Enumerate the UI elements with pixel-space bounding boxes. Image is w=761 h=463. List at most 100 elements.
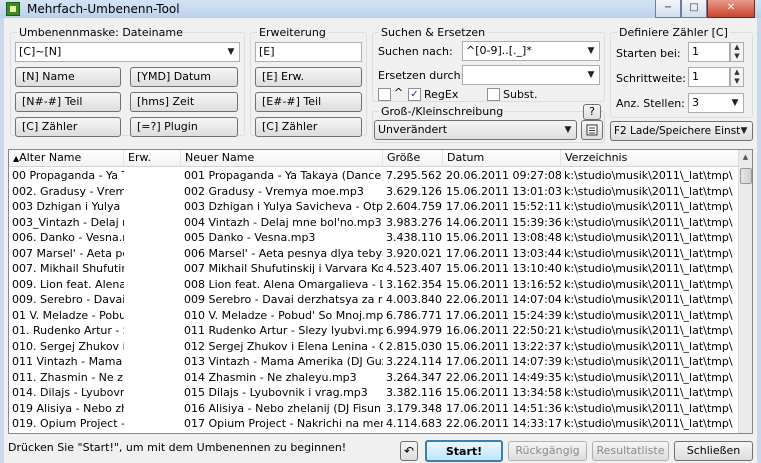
table-cell: 3.382.116 [386,386,442,399]
column-header-extension[interactable]: Erw. [124,150,181,167]
table-row[interactable]: 009. Serebro - Davai derzhatsya za 009 Se… [9,292,740,308]
table-row[interactable]: 002. Gradusy - Vremya moe.mp3 002 Gradusy… [9,184,740,200]
table-cell: 20.06.2011 09:27:08 [446,169,561,182]
table-cell: 006 Marsel' - Aeta pesnya dlya tebya (Ma… [184,246,383,260]
rename-mask-input[interactable]: [C]~[N] ▼ [15,42,240,62]
vertical-scrollbar[interactable]: ▲ [738,150,752,433]
column-header-new-name[interactable]: Neuer Name [181,150,383,167]
table-cell: 009 Serebro - Davai derzhatsya za ruki.m… [184,293,383,306]
rename-mask-value: [C]~[N] [19,45,62,58]
table-cell: 15.06.2011 13:44:54 [443,432,561,434]
extension-part-token-button[interactable]: [E#-#] Teil [255,92,362,112]
table-cell: 019. Vremya i steklo - Lyubvi toch [9,432,124,434]
case-select[interactable]: Unverändert ▼ [374,120,577,140]
counter-digits-select[interactable]: 3 ▼ [688,93,744,113]
time-token-button[interactable]: [hms] Zeit [130,92,238,112]
table-row[interactable]: 006. Danko - Vesna.mp3 005 Danko - Vesna.… [9,230,740,246]
table-row[interactable]: 01 V. Meladze - Pobud' So Mnoj.m 010 V. M… [9,308,740,324]
extension-counter-token-button[interactable]: [C] Zähler [255,117,362,137]
maximize-button[interactable]: □ [681,0,707,18]
replace-input[interactable]: ▼ [462,65,600,85]
chevron-down-icon[interactable]: ▼ [583,66,599,84]
close-button[interactable]: Schließen [674,441,753,461]
up-arrow-icon[interactable]: ▲ [731,68,743,77]
up-arrow-icon[interactable]: ▲ [731,43,743,52]
table-cell: 007 Marsel' - Aeta pesnya dlya teb [12,246,124,260]
chevron-down-icon[interactable]: ▼ [223,43,239,61]
scroll-up-icon[interactable]: ▲ [739,150,752,164]
replace-label: Ersetzen durch: [378,69,465,82]
table-cell: 011 Vintazh - Mama Amerika (DJ [12,355,124,368]
counter-start-label: Starten bei: [616,47,681,60]
counter-step-input[interactable]: 1 [688,67,730,87]
table-row[interactable]: 003_Vintazh - Delaj mne bol'no.mp3 004 Vi… [9,215,740,231]
column-header-old-name[interactable]: ▲Alter Name [9,150,124,167]
edit-list-button[interactable] [581,120,603,140]
chevron-down-icon[interactable]: ▼ [583,42,599,60]
table-cell: 3.224.114 [386,355,442,368]
subst-checkbox[interactable] [487,88,500,101]
load-save-settings-select[interactable]: F2 Lade/Speichere Einst ▼ [610,121,753,141]
name-part-token-button[interactable]: [N#-#] Teil [15,92,121,112]
table-cell: 017 Opium Project - Nakrichi na menya... [184,417,383,430]
search-input[interactable]: ^[0-9]..[._]* ▼ [462,41,600,61]
undo-icon-button[interactable]: ↶ [400,441,418,461]
table-row[interactable]: 014. Dilajs - Lyubovnik i vrag.mp3 015 Di… [9,385,740,401]
table-row[interactable]: 010. Sergej Zhukov i Elena Lenin 012 Serg… [9,339,740,355]
counter-step-spinner[interactable]: ▲ ▼ [730,67,744,87]
table-row[interactable]: 009. Lion feat. Alena Omargalieva 008 Lio… [9,277,740,293]
case-value: Unverändert [378,123,448,136]
table-cell: 015 Dilajs - Lyubovnik i vrag.mp3 [184,386,368,399]
table-cell: 4.003.840 [386,293,442,306]
counter-digits-value: 3 [692,96,699,109]
column-header-size[interactable]: Größe [383,150,443,167]
table-cell: 15.06.2011 13:16:52 [446,277,561,291]
table-row[interactable]: 00 Propaganda - Ya Takaya (Dan 001 Propag… [9,168,740,184]
case-sensitive-checkbox[interactable] [378,88,391,101]
down-arrow-icon[interactable]: ▼ [731,77,743,86]
close-window-button[interactable]: ✕ [707,0,755,18]
start-button[interactable]: Start! [425,440,503,462]
file-list[interactable]: ▲Alter Name Erw. Neuer Name Größe Datum … [8,149,753,434]
undo-button[interactable]: Rückgängig [508,441,587,461]
chevron-down-icon[interactable]: ▼ [736,122,752,140]
table-cell: k:\studio\musik\2011\_lat\tmp\ [564,262,733,275]
extension-token-button[interactable]: [E] Erw. [255,67,362,87]
table-row[interactable]: 01. Rudenko Artur - Slezy lyubvi.m 011 Ru… [9,323,740,339]
table-row[interactable]: 007 Marsel' - Aeta pesnya dlya teb 006 Ma… [9,246,740,262]
date-token-button[interactable]: [YMD] Datum [130,67,238,87]
chevron-down-icon[interactable]: ▼ [727,94,743,112]
name-token-button[interactable]: [N] Name [15,67,121,87]
search-label: Suchen nach: [378,45,453,58]
table-cell: 6.786.771 [386,308,442,322]
counter-token-button[interactable]: [C] Zähler [15,117,121,137]
table-row[interactable]: 011 Vintazh - Mama Amerika (DJ 013 Vintaz… [9,354,740,370]
result-list-button[interactable]: Resultatliste [592,441,669,461]
table-row[interactable]: 019. Vremya i steklo - Lyubvi toch 018 Vr… [9,432,740,434]
counter-start-input[interactable]: 1 [688,42,730,62]
table-cell: k:\studio\musik\2011\_lat\tmp\ [564,215,733,229]
chevron-down-icon[interactable]: ▼ [560,121,576,139]
scroll-thumb[interactable] [740,168,752,184]
table-row[interactable]: 019 Alisiya - Nebo zhelanij (DJ Fis 016 A… [9,401,740,417]
table-row[interactable]: 003 Dzhigan i Yulya Savicheva - O 003 Dzh… [9,199,740,215]
table-cell: 012 Sergej Zhukov i Elena Lenina - Odin.… [184,339,383,353]
table-row[interactable]: 011. Zhasmin - Ne zhaleyu.mp3 014 Zhasmin… [9,370,740,386]
extension-mask-input[interactable]: [E] [255,42,362,62]
minimize-button[interactable]: − [655,0,681,18]
column-header-date[interactable]: Datum [443,150,561,167]
table-row[interactable]: 019. Opium Project - Nakrichi na 017 Opiu… [9,416,740,432]
down-arrow-icon[interactable]: ▼ [731,52,743,61]
regex-checkbox[interactable]: ✓ [408,88,421,101]
help-button[interactable]: ? [583,104,601,120]
table-cell: 009. Serebro - Davai derzhatsya za [12,293,124,306]
table-cell: k:\studio\musik\2011\_lat\tmp\ [564,293,733,306]
table-row[interactable]: 007. Mikhail Shufutinskij i Varvara 007 M… [9,261,740,277]
plugin-token-button[interactable]: [=?] Plugin [130,117,238,137]
table-cell: 010 V. Meladze - Pobud' So Mnoj.mp3 [184,308,383,322]
table-cell: 15.06.2011 13:10:40 [446,262,561,275]
column-header-directory[interactable]: Verzeichnis [561,150,740,167]
table-cell: k:\studio\musik\2011\_lat\tmp\ [564,370,733,384]
table-cell: 014. Dilajs - Lyubovnik i vrag.mp3 [12,386,124,399]
counter-start-spinner[interactable]: ▲ ▼ [730,42,744,62]
